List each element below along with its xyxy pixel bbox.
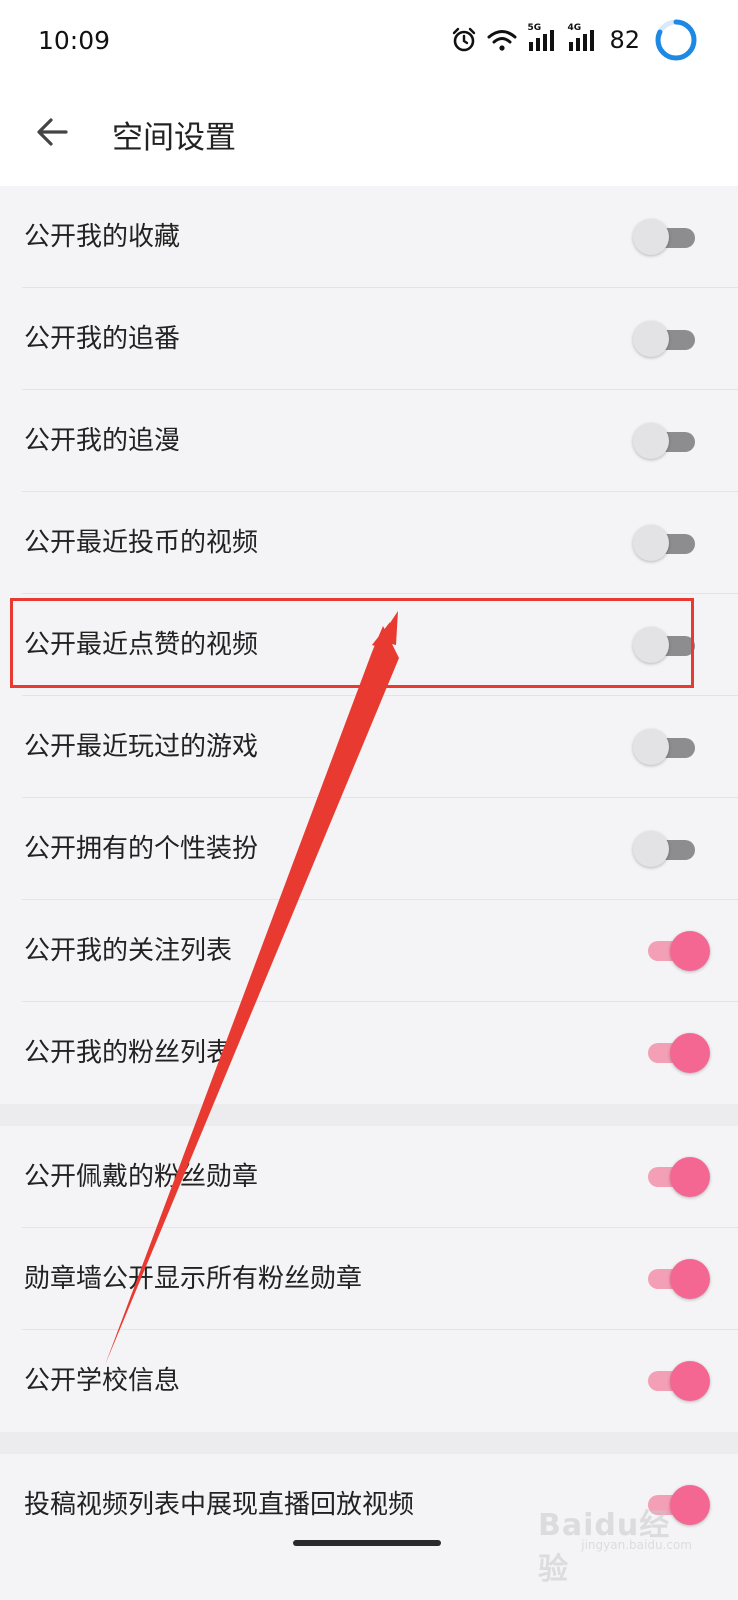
setting-toggle[interactable] bbox=[633, 321, 695, 357]
setting-row: 公开学校信息 bbox=[0, 1330, 738, 1432]
setting-row: 勋章墙公开显示所有粉丝勋章 bbox=[0, 1228, 738, 1330]
setting-label: 公开拥有的个性装扮 bbox=[24, 834, 259, 864]
battery-level: 82 bbox=[609, 26, 640, 54]
home-indicator[interactable] bbox=[293, 1540, 441, 1546]
setting-row: 公开我的追漫 bbox=[0, 390, 738, 492]
setting-row: 公开我的追番 bbox=[0, 288, 738, 390]
setting-toggle[interactable] bbox=[633, 525, 695, 561]
back-arrow-icon bbox=[37, 118, 68, 146]
signal-4g-icon: 4G bbox=[567, 23, 597, 53]
setting-label: 公开学校信息 bbox=[24, 1366, 181, 1396]
setting-label: 勋章墙公开显示所有粉丝勋章 bbox=[24, 1264, 363, 1294]
wifi-icon bbox=[487, 28, 517, 52]
section-gap bbox=[0, 1432, 738, 1454]
setting-row: 公开我的粉丝列表 bbox=[0, 1002, 738, 1104]
setting-toggle[interactable] bbox=[633, 729, 695, 765]
setting-toggle[interactable] bbox=[648, 931, 710, 971]
setting-label: 公开最近点赞的视频 bbox=[24, 630, 259, 660]
setting-row: 公开我的收藏 bbox=[0, 186, 738, 288]
setting-row: 公开佩戴的粉丝勋章 bbox=[0, 1126, 738, 1228]
setting-toggle[interactable] bbox=[633, 627, 695, 663]
setting-toggle[interactable] bbox=[648, 1259, 710, 1299]
alarm-icon bbox=[451, 27, 477, 53]
app-header: 空间设置 bbox=[0, 80, 738, 186]
setting-row: 公开我的关注列表 bbox=[0, 900, 738, 1002]
setting-label: 公开最近投币的视频 bbox=[24, 528, 259, 558]
setting-row: 公开最近点赞的视频 bbox=[0, 594, 738, 696]
status-time: 10:09 bbox=[38, 26, 111, 55]
setting-row: 公开最近投币的视频 bbox=[0, 492, 738, 594]
setting-label: 公开我的收藏 bbox=[24, 222, 181, 252]
signal-4g-label: 4G bbox=[567, 23, 582, 33]
setting-label: 公开最近玩过的游戏 bbox=[24, 732, 259, 762]
setting-label: 公开我的追番 bbox=[24, 324, 181, 354]
setting-label: 公开我的追漫 bbox=[24, 426, 181, 456]
setting-toggle[interactable] bbox=[648, 1157, 710, 1197]
setting-toggle[interactable] bbox=[648, 1485, 710, 1525]
signal-5g-icon: 5G bbox=[527, 23, 557, 53]
setting-row: 公开拥有的个性装扮 bbox=[0, 798, 738, 900]
setting-toggle[interactable] bbox=[633, 831, 695, 867]
setting-toggle[interactable] bbox=[648, 1361, 710, 1401]
back-button[interactable] bbox=[32, 110, 76, 154]
settings-list: 公开我的收藏 公开我的追番 公开我的追漫 公开最近投币的视频 公开最近点赞的视频… bbox=[0, 186, 738, 1556]
page-title: 空间设置 bbox=[112, 120, 236, 156]
signal-5g-label: 5G bbox=[527, 23, 542, 33]
battery-ring-icon bbox=[654, 18, 698, 62]
setting-toggle[interactable] bbox=[648, 1033, 710, 1073]
setting-toggle[interactable] bbox=[633, 219, 695, 255]
status-bar: 10:09 5G 4G 82 bbox=[0, 0, 738, 80]
setting-label: 公开佩戴的粉丝勋章 bbox=[24, 1162, 259, 1192]
setting-toggle[interactable] bbox=[633, 423, 695, 459]
setting-row: 公开最近玩过的游戏 bbox=[0, 696, 738, 798]
status-icons: 5G 4G 82 bbox=[451, 18, 698, 62]
section-gap bbox=[0, 1104, 738, 1126]
setting-label: 公开我的关注列表 bbox=[24, 936, 233, 966]
setting-label: 公开我的粉丝列表 bbox=[24, 1038, 233, 1068]
